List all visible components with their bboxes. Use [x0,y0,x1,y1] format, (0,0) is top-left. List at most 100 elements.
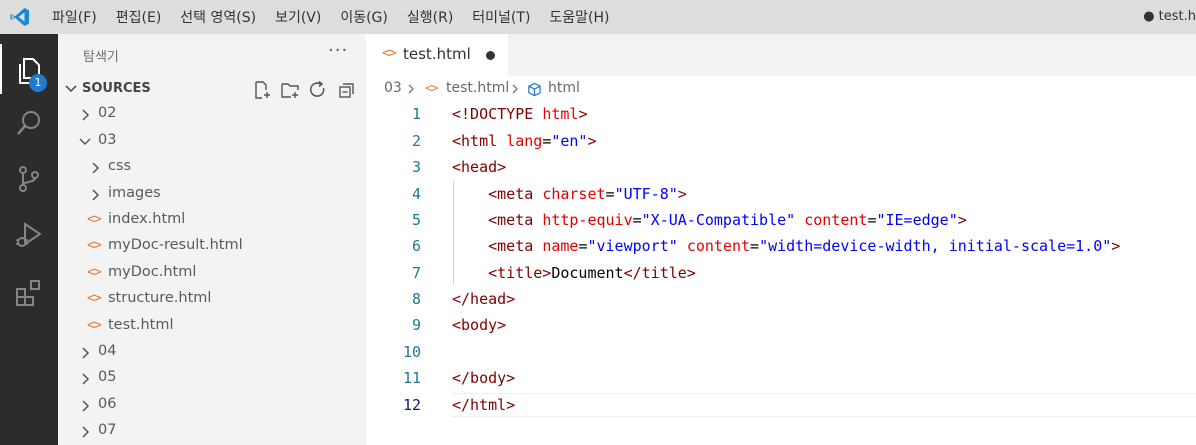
activity-explorer[interactable]: 1 [0,44,58,94]
menu-run[interactable]: 실행(R) [407,7,453,27]
chevron-right-icon [82,109,90,121]
vscode-logo-icon [10,8,29,26]
tree-item-label: 03 [98,132,117,148]
code-line: <meta charset="UTF-8"> [488,185,687,203]
breadcrumb-symbol[interactable]: html [548,80,580,96]
activity-source-control[interactable] [0,152,58,202]
tree-item-label: 02 [98,105,117,121]
tree-item-label: 07 [98,422,117,438]
tab-label: test.html [403,45,471,63]
tree-folder-02[interactable]: 02 [58,102,366,128]
line-number: 1 [411,105,421,123]
breadcrumb-folder[interactable]: 03 [384,80,402,96]
window-title: ● test.h [1143,9,1196,24]
tree-folder-05[interactable]: 05 [58,366,366,392]
code-line: <head> [452,158,507,176]
tree-item-label: myDoc.html [108,264,197,280]
activity-run-debug[interactable] [0,208,58,258]
menu-selection[interactable]: 선택 영역(S) [180,7,256,27]
more-actions-button[interactable]: ··· [328,40,348,61]
tree-item-label: images [108,185,161,201]
code-line: </head> [452,290,516,308]
menu-go[interactable]: 이동(G) [340,7,388,27]
tree-folder-css[interactable]: css [58,155,366,181]
html-file-icon: <> [87,265,102,280]
editor-tab-bar: <> test.html [366,34,1196,76]
tree-file-index-html[interactable]: <> index.html [58,208,366,234]
search-icon [17,111,40,135]
menu-view[interactable]: 보기(V) [275,7,321,27]
menu-terminal[interactable]: 터미널(T) [472,7,530,27]
line-number: 10 [402,343,421,361]
menu-file[interactable]: 파일(F) [52,7,97,27]
sources-section-label: SOURCES [82,81,151,96]
code-editor[interactable]: 1 2 3 4 5 6 7 8 9 10 11 12 <!DOCTYPE htm… [366,102,1196,445]
tree-item-label: structure.html [108,290,212,306]
explorer-sidebar: 탐색기 ··· SOURCES 02 03 css images <> inde… [58,34,366,445]
html-file-icon: <> [425,81,438,95]
code-line: <body> [452,316,507,334]
line-number: 2 [411,132,421,150]
chevron-right-icon [408,84,414,94]
breadcrumb: 03 <> test.html html [366,76,1196,102]
tree-folder-06[interactable]: 06 [58,393,366,419]
chevron-down-icon [79,138,91,146]
chevron-right-icon [82,400,90,412]
chevron-right-icon [82,373,90,385]
line-number: 6 [411,237,421,255]
tree-file-mydoc-result-html[interactable]: <> myDoc-result.html [58,234,366,260]
activity-extensions[interactable] [0,266,58,316]
chevron-down-icon [65,85,77,93]
menu-bar: 파일(F) 편집(E) 선택 영역(S) 보기(V) 이동(G) 실행(R) 터… [52,0,629,34]
sidebar-title: 탐색기 [83,50,119,65]
code-line: <!DOCTYPE html> [452,105,588,123]
chevron-right-icon [82,347,90,359]
tab-test-html[interactable]: <> test.html [366,34,508,76]
unsaved-dot-icon[interactable] [486,51,495,60]
line-number-active: 12 [402,396,421,414]
tree-folder-07[interactable]: 07 [58,419,366,445]
tree-item-label: css [108,158,132,174]
extensions-icon [16,280,40,306]
new-file-icon[interactable] [252,80,272,100]
activity-bar: 1 [0,34,58,445]
chevron-right-icon [92,189,100,201]
chevron-right-icon [512,84,518,94]
tree-folder-images[interactable]: images [58,182,366,208]
html-file-icon: <> [87,291,102,306]
menu-edit[interactable]: 편집(E) [116,7,162,27]
line-number: 9 [411,316,421,334]
code-line: <meta name="viewport" content="width=dev… [488,237,1121,255]
source-control-icon [19,166,39,192]
refresh-icon[interactable] [308,80,328,100]
code-line: </body> [452,369,516,387]
tree-item-label: index.html [108,211,186,227]
sources-section-header[interactable]: SOURCES [58,78,366,100]
line-number: 5 [411,211,421,229]
line-number: 11 [402,369,421,387]
breadcrumb-file[interactable]: test.html [446,80,509,96]
tree-file-test-html[interactable]: <> test.html [58,314,366,340]
explorer-badge: 1 [29,74,47,92]
collapse-all-icon[interactable] [337,80,357,100]
chevron-right-icon [82,426,90,438]
line-number: 7 [411,264,421,282]
title-bar: 파일(F) 편집(E) 선택 영역(S) 보기(V) 이동(G) 실행(R) 터… [0,0,1196,34]
tree-file-structure-html[interactable]: <> structure.html [58,287,366,313]
tree-folder-03[interactable]: 03 [58,129,366,155]
line-number: 4 [411,185,421,203]
tree-item-label: 04 [98,343,117,359]
tree-folder-04[interactable]: 04 [58,340,366,366]
chevron-right-icon [92,162,100,174]
line-number: 8 [411,290,421,308]
tree-item-label: 05 [98,369,117,385]
html-file-icon: <> [87,212,102,227]
menu-help[interactable]: 도움말(H) [549,7,609,27]
tree-item-label: test.html [108,317,174,333]
html-file-icon: <> [87,238,102,253]
tree-file-mydoc-html[interactable]: <> myDoc.html [58,261,366,287]
code-line: <title>Document</title> [488,264,696,282]
symbol-element-icon [528,82,541,97]
activity-search[interactable] [0,96,58,146]
new-folder-icon[interactable] [280,80,300,100]
